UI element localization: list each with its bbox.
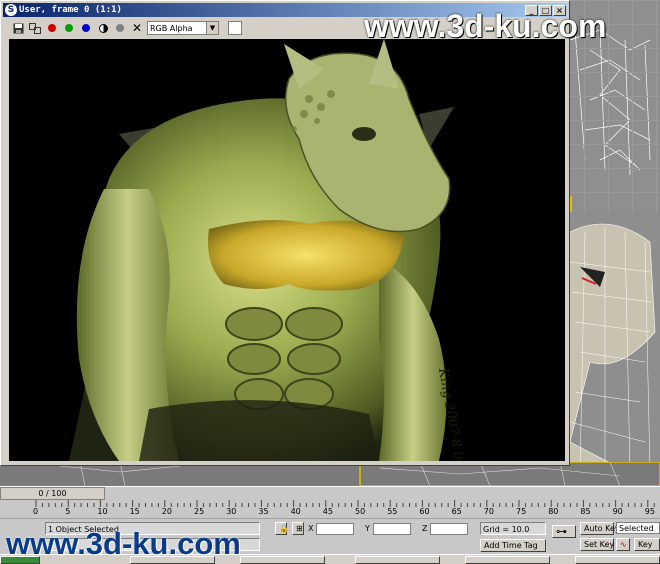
ruler-tick-label: 80 (548, 507, 559, 516)
timeline-bar: 0 / 100 (0, 486, 660, 500)
rendered-frame-window[interactable]: S User, frame 0 (1:1) _ □ × ✕ RGB Alpha … (0, 0, 570, 466)
ruler-tick-label: 75 (516, 507, 527, 516)
blue-channel-icon[interactable] (79, 21, 93, 35)
alpha-channel-icon[interactable] (96, 21, 110, 35)
save-icon[interactable] (11, 21, 25, 35)
ruler-tick-label: 45 (322, 507, 333, 516)
ruler-tick-label: 85 (580, 507, 591, 516)
z-coordinate-field[interactable] (430, 523, 468, 535)
watermark-bottom: www.3d-ku.com (6, 526, 241, 561)
ruler-tick-label: 35 (258, 507, 269, 516)
grid-size: Grid = 10.0 (480, 522, 546, 535)
set-key-button[interactable]: Set Key (580, 538, 614, 551)
key-filters-button[interactable]: Key (634, 538, 660, 551)
window-title: User, frame 0 (1:1) (19, 5, 122, 15)
ruler-tick-label: 20 (161, 507, 172, 516)
z-label: Z (422, 524, 428, 533)
green-channel-icon[interactable] (62, 21, 76, 35)
ruler-tick-label: 60 (419, 507, 430, 516)
ruler-tick-label: 65 (451, 507, 462, 516)
perspective-viewport[interactable] (560, 212, 660, 484)
ruler-tick-label: 55 (387, 507, 398, 516)
key-icon[interactable]: ⊶ (552, 525, 576, 538)
color-swatch[interactable] (228, 21, 242, 35)
taskbar-item[interactable] (240, 556, 325, 564)
x-coordinate-field[interactable] (316, 523, 354, 535)
auto-key-button[interactable]: Auto Key (580, 522, 620, 535)
taskbar-item[interactable] (355, 556, 440, 564)
clone-icon[interactable] (28, 21, 42, 35)
y-coordinate-field[interactable] (373, 523, 411, 535)
channel-select[interactable]: RGB Alpha ▼ (147, 21, 219, 35)
creature-eye (352, 127, 376, 141)
red-channel-icon[interactable] (45, 21, 59, 35)
watermark-top: www.3d-ku.com (364, 8, 607, 44)
ruler-tick-label: 0 (33, 507, 39, 516)
ruler-tick-label: 30 (226, 507, 237, 516)
add-time-tag-button[interactable]: Add Time Tag (480, 539, 546, 552)
shaded-model-perspective (560, 212, 660, 484)
timeline-ruler[interactable]: 0 5 10 15 20 25 30 35 40 45 50 55 60 65 70 75 80 85 90 95 (0, 500, 660, 518)
key-curve-icon[interactable]: ∿ (616, 538, 630, 551)
ruler-tick-label: 40 (290, 507, 301, 516)
time-slider-label: 0 / 100 (38, 489, 67, 498)
chevron-down-icon[interactable]: ▼ (206, 22, 218, 34)
taskbar-item[interactable] (575, 556, 660, 564)
creature-chest (208, 220, 404, 291)
app-icon: S (5, 4, 17, 16)
creature-waist-shadow (139, 400, 379, 461)
clear-icon[interactable]: ✕ (130, 21, 144, 35)
ruler-tick-label: 70 (483, 507, 494, 516)
ruler-tick-label: 10 (97, 507, 108, 516)
y-label: Y (365, 524, 370, 533)
ruler-tick-label: 5 (65, 507, 71, 516)
channel-select-value: RGB Alpha (150, 23, 193, 33)
ruler-tick-label: 15 (129, 507, 140, 516)
key-filter-select[interactable]: Selected (616, 522, 660, 534)
mono-icon[interactable] (113, 21, 127, 35)
ruler-tick-label: 50 (355, 507, 366, 516)
taskbar-item[interactable] (465, 556, 550, 564)
creature-right-arm (379, 259, 447, 461)
x-label: X (308, 524, 314, 533)
lock-selection-icon[interactable]: 🔒 (275, 522, 289, 535)
ruler-tick-label: 90 (612, 507, 623, 516)
time-slider[interactable]: 0 / 100 (0, 487, 105, 500)
transform-mode-icon[interactable]: ⊞ (292, 522, 304, 535)
ruler-tick-label: 95 (644, 507, 655, 516)
ruler-tick-label: 25 (194, 507, 205, 516)
render-output: King 2007 8 in D5 (9, 39, 565, 461)
creature-render: King 2007 8 in D5 (69, 39, 471, 461)
